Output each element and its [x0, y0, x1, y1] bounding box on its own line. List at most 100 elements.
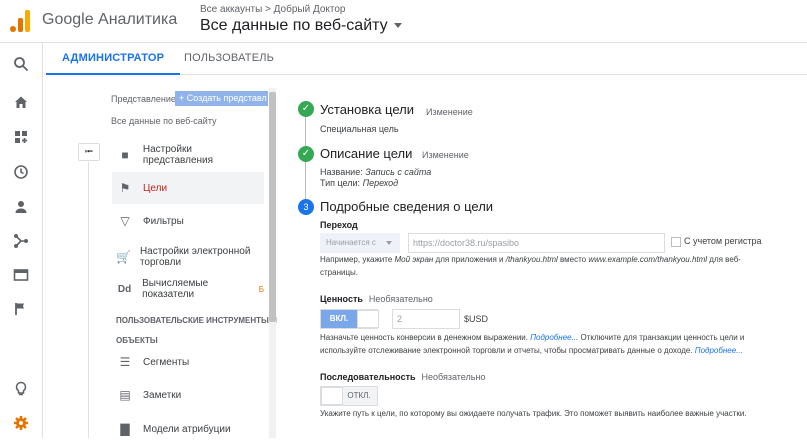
chevron-down-icon [393, 23, 402, 29]
nav-item-segments[interactable]: ☰ Сегменты [112, 348, 264, 376]
view-label: Представление [111, 94, 176, 104]
document-icon: ■ [121, 148, 129, 162]
help-example: Мой экран [394, 255, 434, 264]
step1-edit-link[interactable]: Изменение [426, 107, 473, 117]
type-label: Тип цели: [320, 178, 361, 188]
nav-item-label: Сегменты [143, 356, 190, 368]
help-text: используйте отслеживание электронной тор… [320, 346, 695, 355]
view-column: Представление + Создать представл Все да… [108, 88, 277, 438]
toggle-on-label: ВКЛ. [321, 310, 357, 328]
destination-label: Переход [320, 220, 358, 230]
tab-admin[interactable]: АДМИНИСТРАТОР [45, 52, 181, 75]
value-input[interactable]: 2 [392, 309, 460, 329]
section-objects: ОБЪЕКТЫ [116, 336, 158, 345]
beta-badge: Б [258, 284, 264, 294]
arrow-left-icon: ⭰ [84, 145, 94, 158]
nav-item-attribution-models[interactable]: ▇ Модели атрибуции [112, 415, 264, 443]
toggle-off-label: ОТКЛ. [347, 391, 371, 400]
case-sensitive-checkbox[interactable] [671, 237, 681, 247]
value-label-text: Ценность [320, 294, 363, 304]
panel-divider [88, 162, 89, 438]
value-toggle[interactable]: ВКЛ. [320, 309, 379, 329]
step3-number: 3 [298, 199, 314, 215]
case-sensitive-label: С учетом регистра [684, 236, 762, 246]
type-value: Переход [362, 178, 399, 188]
currency-label: $USD [464, 314, 489, 324]
step2-title: Описание цели [320, 146, 413, 161]
funnel-help: Укажите путь к цели, по которому вы ожид… [320, 409, 747, 418]
lightbulb-icon[interactable] [12, 380, 30, 398]
help-text: Отключите для транзакции ценность цели и [578, 333, 745, 342]
help-text: Назначьте ценность конверсии в денежном … [320, 333, 531, 342]
funnel-toggle[interactable]: ОТКЛ. [320, 386, 378, 406]
analytics-logo-icon[interactable] [10, 10, 32, 32]
value-label: Ценность Необязательно [320, 294, 433, 304]
gear-icon[interactable] [12, 414, 30, 432]
help-text: для приложения и [433, 255, 506, 264]
nav-item-label: Цели [143, 182, 168, 194]
clock-icon[interactable] [12, 163, 30, 181]
optional-label: Необязательно [368, 294, 433, 304]
nav-item-view-settings[interactable]: ■ Настройки представления [112, 141, 264, 169]
create-view-label: Создать представл [186, 93, 267, 103]
view-name: Все данные по веб-сайту [200, 17, 388, 34]
product-name: Google Аналитика [42, 11, 178, 28]
nav-item-label: Настройки электронной торговли [139, 246, 251, 268]
destination-help: Например, укажите Мой экран для приложен… [320, 253, 770, 279]
create-view-button[interactable]: + Создать представл [175, 91, 268, 106]
learn-more-link[interactable]: Подробнее... [695, 346, 743, 355]
view-selector[interactable]: Все данные по веб-сайту [200, 17, 402, 35]
cart-icon: 🛒 [116, 250, 131, 264]
step2-edit-link[interactable]: Изменение [422, 150, 469, 160]
value-help: Назначьте ценность конверсии в денежном … [320, 331, 780, 357]
funnel-label: Последовательность Необязательно [320, 372, 485, 382]
help-example: /thankyou.html [505, 255, 558, 264]
acquisition-icon[interactable] [12, 232, 30, 250]
help-example: www.example.com/thankyou.html [588, 255, 708, 264]
filter-icon: ▽ [120, 214, 130, 228]
search-icon[interactable] [12, 55, 30, 73]
help-text: страницы. [320, 268, 359, 277]
nav-item-filters[interactable]: ▽ Фильтры [112, 207, 264, 235]
tab-user[interactable]: ПОЛЬЗОВАТЕЛЬ [184, 52, 274, 64]
name-label: Название: [320, 167, 363, 177]
step-complete-check-icon: ✓ [298, 146, 314, 162]
help-text: для веб- [707, 255, 741, 264]
match-type-select[interactable]: Начинается с [320, 233, 400, 253]
destination-url-input[interactable]: https://doctor38.ru/spasibo [408, 233, 665, 253]
scrollbar-thumb[interactable] [269, 92, 276, 322]
step-connector [305, 161, 306, 201]
step2-type: Тип цели: Переход [320, 178, 398, 188]
top-bar: Google Аналитика Все аккаунты > Добрый Д… [0, 0, 807, 43]
step3-title: Подробные сведения о цели [320, 199, 494, 214]
breadcrumb[interactable]: Все аккаунты > Добрый Доктор [200, 4, 346, 15]
nav-item-goals[interactable]: ⚑ Цели [112, 172, 264, 204]
attribution-icon: ▇ [120, 422, 130, 436]
customization-icon[interactable] [12, 128, 30, 146]
help-text: Например, укажите [320, 255, 395, 264]
nav-item-label: Заметки [143, 389, 182, 401]
person-icon[interactable] [12, 198, 30, 216]
admin-tabs: АДМИНИСТРАТОР ПОЛЬЗОВАТЕЛЬ [45, 43, 807, 75]
nav-item-ecommerce-settings[interactable]: 🛒 Настройки электронной торговли [112, 240, 264, 274]
step-complete-check-icon: ✓ [298, 101, 314, 117]
flag-icon[interactable] [12, 300, 30, 318]
step2-name: Название: Запись с сайта [320, 167, 431, 177]
home-icon[interactable] [12, 93, 30, 111]
nav-item-label: Модели атрибуции [143, 423, 231, 435]
optional-label: Необязательно [421, 372, 486, 382]
left-rail [0, 43, 43, 438]
collapse-panel-button[interactable]: ⭰ [78, 143, 100, 161]
help-text: вместо [557, 255, 589, 264]
calculated-metric-icon: Dd [117, 283, 132, 295]
nav-item-label: Настройки представления [142, 144, 214, 166]
nav-scrollbar[interactable] [269, 88, 276, 438]
nav-item-calculated-metrics[interactable]: Dd Вычисляемые показатели Б [112, 275, 264, 303]
view-select[interactable]: Все данные по веб-сайту [111, 116, 217, 126]
flag-icon: ⚑ [119, 181, 131, 195]
learn-more-link[interactable]: Подробнее... [530, 333, 578, 342]
nav-item-annotations[interactable]: ▤ Заметки [112, 381, 264, 409]
nav-item-label: Вычисляемые показатели [142, 278, 209, 300]
behavior-icon[interactable] [12, 266, 30, 284]
notes-icon: ▤ [119, 388, 131, 402]
